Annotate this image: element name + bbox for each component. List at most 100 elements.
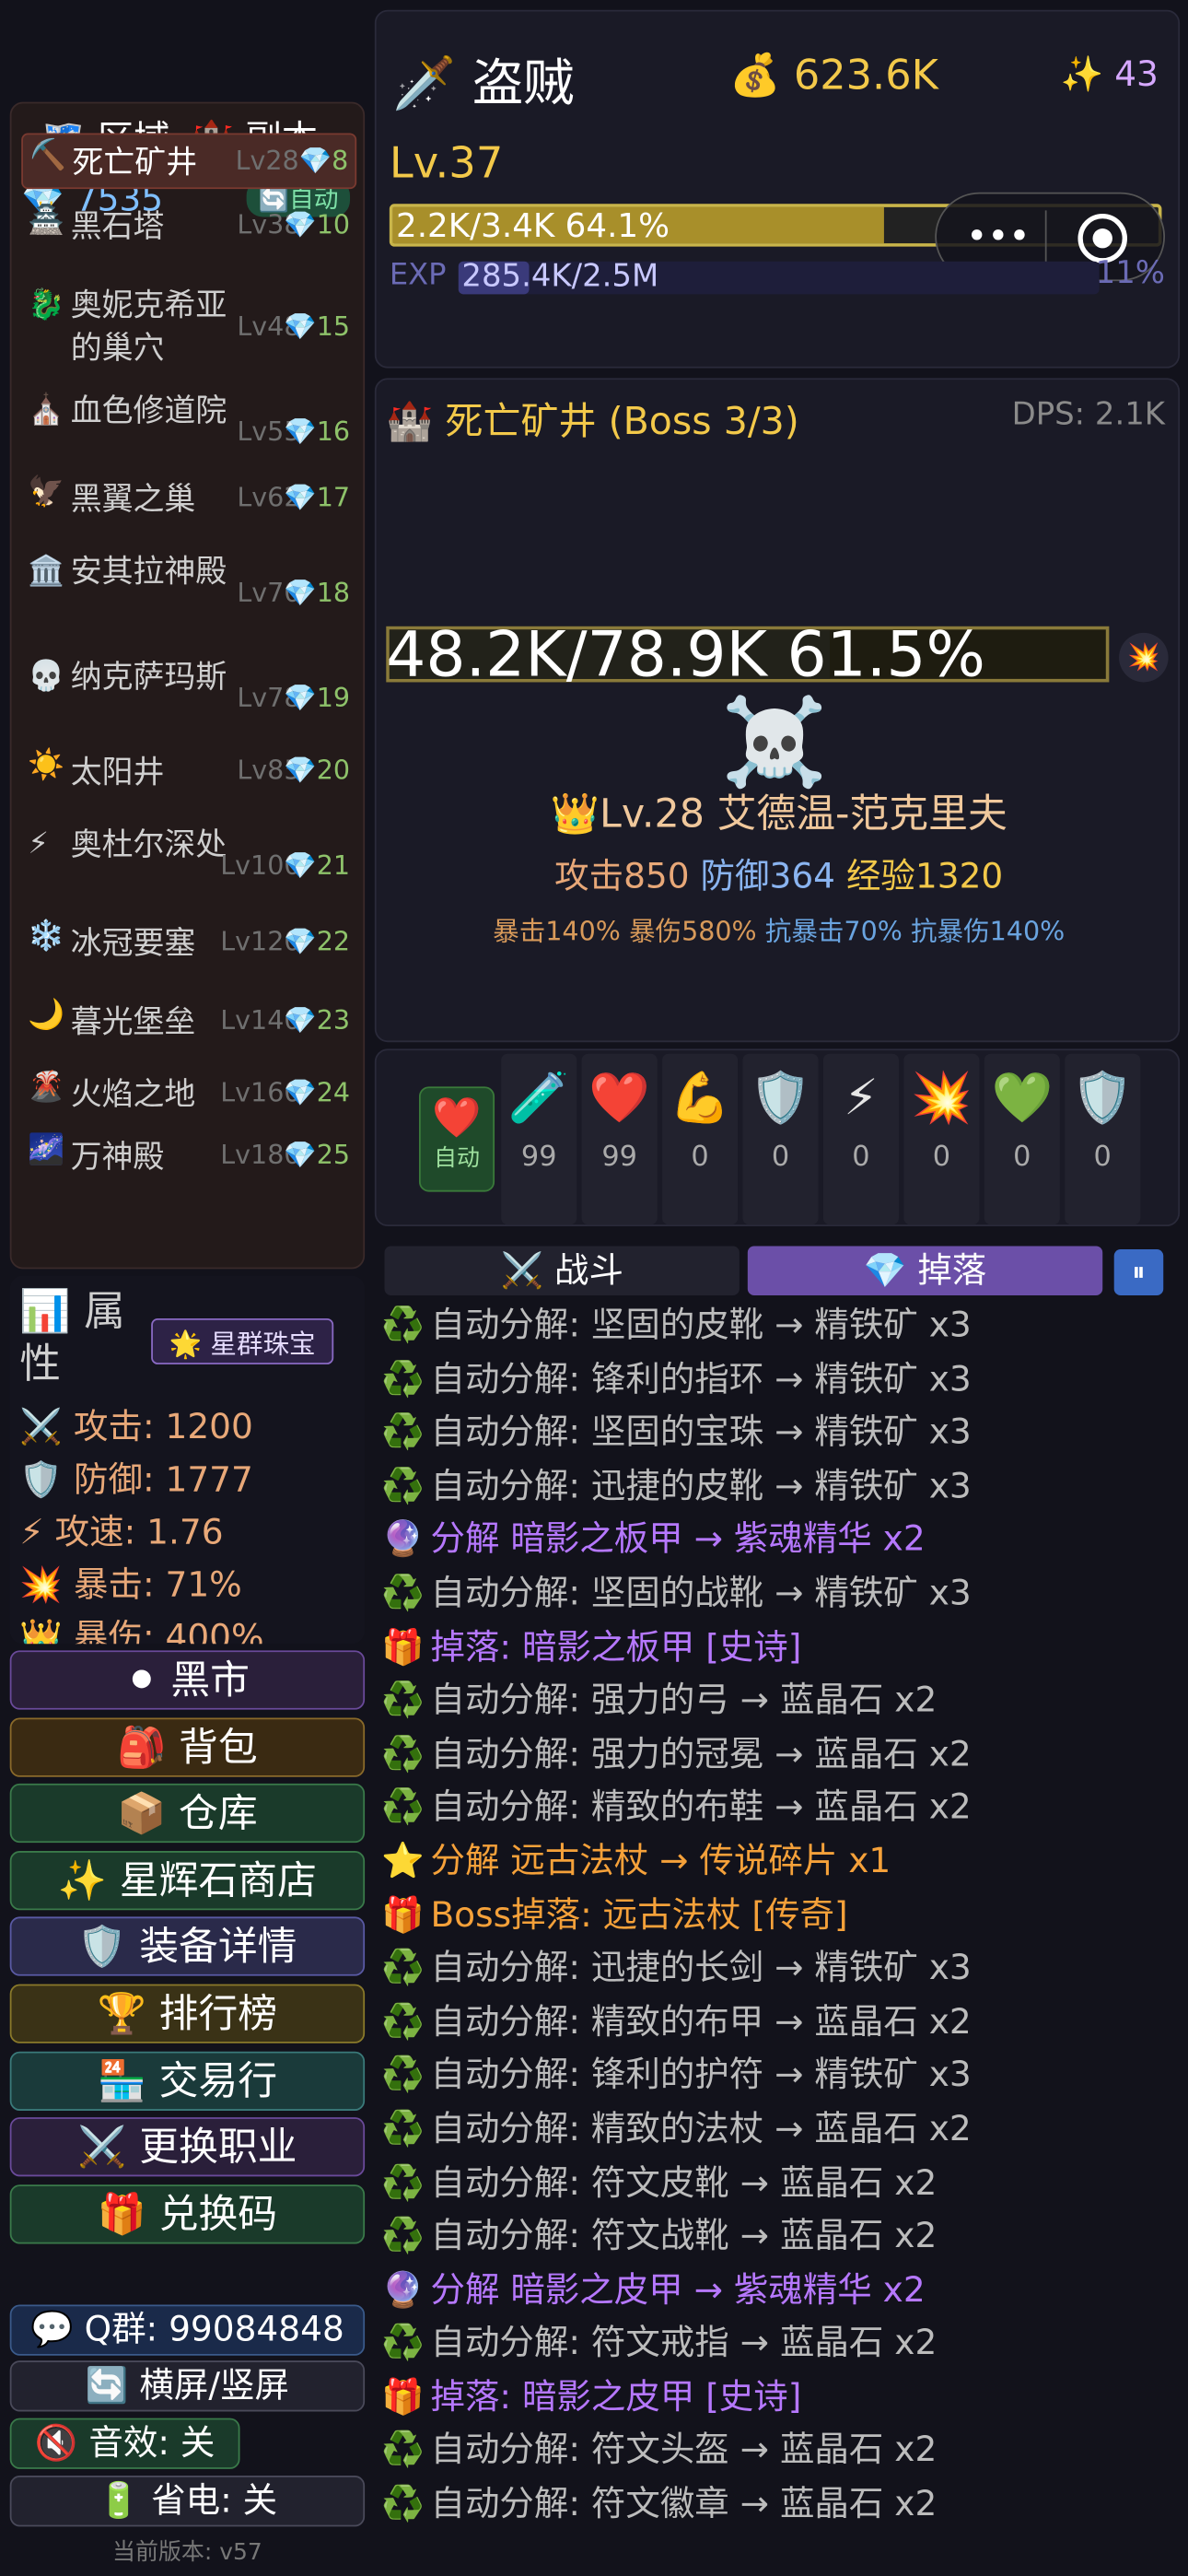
- character-header: 🗡️ 盗贼 💰 623.6K ✨ 43 Lv.37 2.2K/3.4K 64.1…: [374, 9, 1181, 369]
- dungeon-item[interactable]: ⚡ 奥杜尔深处 Lv100 💎21: [21, 824, 356, 916]
- menu-button[interactable]: 🏆 排行榜: [9, 1984, 366, 2043]
- auto-potion-button[interactable]: ❤️ 自动: [418, 1086, 495, 1192]
- attribute-row: 🛡️ 防御: 1777: [19, 1453, 252, 1503]
- potion-count: 99: [520, 1141, 557, 1174]
- more-dots-icon[interactable]: •••: [966, 217, 1030, 259]
- attribute-value: 攻击: 1200: [74, 1407, 253, 1447]
- boss-crit-damage: 暴伤580%: [628, 915, 757, 947]
- attributes-title: 📊 属性: [19, 1287, 125, 1388]
- dungeon-name: 冰冠要塞: [70, 925, 196, 962]
- log-entry: ♻️ 自动分解: 锋利的指环 → 精铁矿 x3: [381, 1352, 1180, 1406]
- log-text: 分解 远古法杖 → 传说碎片 x1: [430, 1841, 891, 1881]
- log-text: 掉落: 暗影之皮甲 [史诗]: [430, 2376, 802, 2417]
- dungeon-item[interactable]: 🏛️ 安其拉神殿 Lv70 💎18: [21, 551, 356, 643]
- attribute-row: ⚡ 攻速: 1.76: [19, 1505, 223, 1555]
- dungeon-item[interactable]: ⛏️ 死亡矿井 Lv28 💎8: [21, 133, 357, 190]
- attribute-value: 暴击: 71%: [74, 1564, 242, 1605]
- boss-anti-crit-damage: 抗暴伤140%: [910, 915, 1066, 947]
- menu-button[interactable]: 🎁 兑换码: [9, 2184, 366, 2244]
- log-text: 自动分解: 坚固的皮靴 → 精铁矿 x3: [430, 1305, 972, 1345]
- menu-button[interactable]: 🛡️ 装备详情: [9, 1917, 366, 1977]
- dungeon-item[interactable]: 🏯 黑石塔 Lv38 💎10: [21, 199, 356, 255]
- dungeon-item[interactable]: 💀 纳克萨玛斯 Lv78 💎19: [21, 656, 356, 748]
- dungeon-item[interactable]: 🌌 万神殿 Lv180 💎25: [21, 1130, 356, 1186]
- log-entry: 🎁 Boss掉落: 远古法杖 [传奇]: [381, 1888, 1180, 1941]
- pause-button[interactable]: ⏸: [1113, 1249, 1164, 1295]
- burst-icon[interactable]: 💥: [1119, 632, 1169, 683]
- drop-log[interactable]: ♻️ 自动分解: 坚固的皮靴 → 精铁矿 x3 ♻️ 自动分解: 锋利的指环 → 精铁…: [381, 1299, 1180, 2565]
- log-text: 自动分解: 精致的法杖 → 蓝晶石 x2: [430, 2109, 972, 2149]
- settings-button[interactable]: 🔄 横屏/竖屏: [9, 2360, 366, 2412]
- potion-count: 0: [691, 1141, 709, 1174]
- menu-button[interactable]: 🎒 背包: [9, 1716, 366, 1777]
- log-icon: ♻️: [380, 2001, 425, 2042]
- potion-slot[interactable]: ⚡ 0: [822, 1053, 899, 1225]
- log-text: 自动分解: 符文头盔 → 蓝晶石 x2: [430, 2430, 938, 2470]
- dungeon-item[interactable]: 🌙 暮光堡垒 Lv140 💎23: [21, 994, 356, 1050]
- exp-percent: 11%: [1095, 254, 1166, 291]
- boss-anti-crit: 抗暴击70%: [764, 915, 903, 947]
- log-icon: 🔮: [380, 2269, 425, 2310]
- boss-attack: 攻击850: [554, 856, 690, 896]
- dungeon-name: 纳克萨玛斯: [70, 659, 227, 696]
- menu-button[interactable]: 🏪 交易行: [9, 2050, 366, 2111]
- dungeon-icon: 💀: [28, 659, 65, 694]
- log-text: 掉落: 暗影之板甲 [史诗]: [430, 1626, 802, 1667]
- attribute-row: 💥 暴击: 71%: [19, 1558, 241, 1608]
- potion-slot[interactable]: 🧪 99: [501, 1053, 577, 1225]
- potion-icon: ❤️: [588, 1070, 650, 1128]
- heart-icon: ❤️: [432, 1095, 482, 1142]
- attribute-value: 防御: 1777: [74, 1459, 253, 1500]
- tab-drop-log[interactable]: 💎 掉落: [747, 1246, 1103, 1295]
- settings-button[interactable]: 💬 Q群: 99084848: [9, 2304, 366, 2356]
- menu-button[interactable]: ✨ 星辉石商店: [9, 1850, 366, 1910]
- dungeon-item[interactable]: 🐉 奥妮克希亚的巢穴 Lv48 💎15: [21, 285, 356, 377]
- potion-icon: 💥: [911, 1070, 973, 1128]
- potion-count: 99: [601, 1141, 637, 1174]
- potion-count: 0: [932, 1141, 951, 1174]
- player-level: Lv.37: [389, 139, 504, 190]
- log-text: 自动分解: 符文皮靴 → 蓝晶石 x2: [430, 2162, 938, 2202]
- dungeon-icon: 🏛️: [28, 554, 65, 589]
- attribute-row: 👑 暴伤: 400%: [19, 1611, 263, 1645]
- dungeon-icon: ☀️: [28, 747, 65, 783]
- log-text: 自动分解: 坚固的宝珠 → 精铁矿 x3: [430, 1411, 972, 1452]
- dungeon-item[interactable]: ☀️ 太阳井 Lv85 💎20: [21, 744, 356, 801]
- dungeon-item[interactable]: 🌋 火焰之地 Lv160 💎24: [21, 1067, 356, 1123]
- menu-button[interactable]: ⚔️ 更换职业: [9, 2117, 366, 2177]
- settings-button[interactable]: 🔇 音效: 关: [9, 2418, 240, 2469]
- log-text: 自动分解: 强力的冠冕 → 蓝晶石 x2: [430, 1733, 972, 1774]
- log-entry: 🎁 掉落: 暗影之板甲 [史诗]: [381, 1620, 1180, 1673]
- log-text: 自动分解: 锋利的指环 → 精铁矿 x3: [430, 1358, 972, 1399]
- tab-fight-log[interactable]: ⚔️ 战斗: [384, 1246, 740, 1295]
- log-text: Boss掉落: 远古法杖 [传奇]: [430, 1894, 848, 1935]
- log-entry: ♻️ 自动分解: 符文头盔 → 蓝晶石 x2: [381, 2424, 1180, 2477]
- potion-slot[interactable]: 🛡️ 0: [742, 1053, 819, 1225]
- menu-button[interactable]: ⚫ 黑市: [9, 1650, 366, 1710]
- menu-button[interactable]: 📦 仓库: [9, 1784, 366, 1844]
- dungeon-name: 暮光堡垒: [70, 1004, 196, 1041]
- log-icon: ♻️: [380, 2430, 425, 2470]
- dungeon-item[interactable]: ❄️ 冰冠要塞 Lv120 💎22: [21, 916, 356, 972]
- dungeon-item[interactable]: ⛪ 血色修道院 Lv55 💎16: [21, 390, 356, 482]
- dungeon-name: 黑石塔: [70, 208, 165, 245]
- gold-counter: 💰 623.6K: [729, 51, 938, 100]
- potion-slot[interactable]: ❤️ 99: [581, 1053, 658, 1225]
- potion-slot[interactable]: 💚 0: [984, 1053, 1060, 1225]
- potion-icon: 🛡️: [1071, 1070, 1134, 1128]
- log-entry: ♻️ 自动分解: 符文战靴 → 蓝晶石 x2: [381, 2209, 1180, 2263]
- settings-button[interactable]: 🔋 省电: 关: [9, 2476, 366, 2527]
- dungeon-icon: ⛪: [28, 392, 65, 427]
- potion-slot[interactable]: 💪 0: [662, 1053, 739, 1225]
- dungeon-gems: 💎17: [284, 481, 351, 513]
- dungeon-item[interactable]: 🦅 黑翼之巢 Lv62 💎17: [21, 472, 356, 528]
- potion-slot[interactable]: 🛡️ 0: [1065, 1053, 1141, 1225]
- potion-slot[interactable]: 💥 0: [903, 1053, 980, 1225]
- star-jewel-button[interactable]: 🌟 星群珠宝: [151, 1317, 334, 1364]
- log-text: 自动分解: 坚固的战靴 → 精铁矿 x3: [430, 1573, 972, 1613]
- dungeon-gems: 💎18: [284, 577, 351, 609]
- log-entry: ♻️ 自动分解: 强力的冠冕 → 蓝晶石 x2: [381, 1727, 1180, 1781]
- log-entry: ♻️ 自动分解: 强力的弓 → 蓝晶石 x2: [381, 1674, 1180, 1727]
- log-text: 分解 暗影之板甲 → 紫魂精华 x2: [430, 1519, 926, 1560]
- log-entry: ♻️ 自动分解: 符文皮靴 → 蓝晶石 x2: [381, 2156, 1180, 2209]
